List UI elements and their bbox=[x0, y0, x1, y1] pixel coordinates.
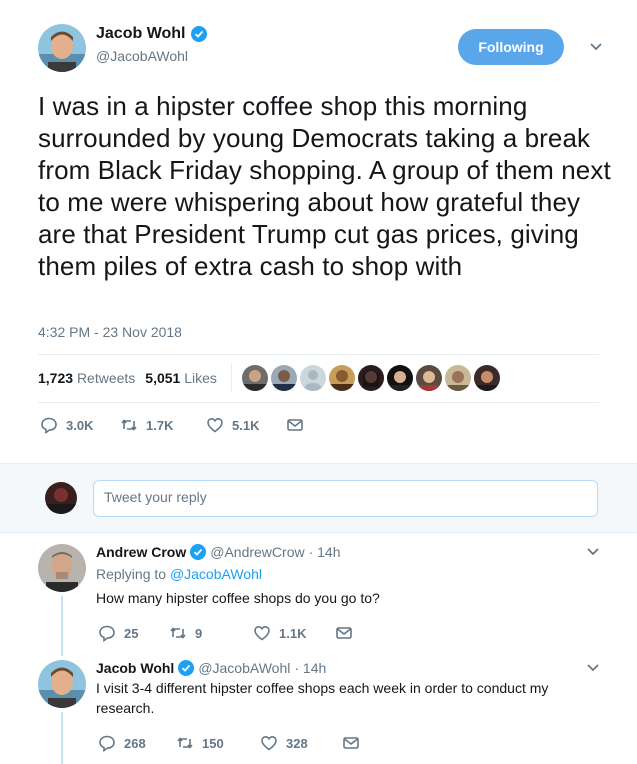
heart-icon bbox=[254, 625, 270, 641]
tweet-timestamp[interactable]: 4:32 PM - 23 Nov 2018 bbox=[38, 324, 182, 340]
liker-avatar[interactable] bbox=[386, 365, 413, 391]
likes-label: Likes bbox=[184, 370, 217, 386]
reply-actions: 25 9 1.1K bbox=[98, 624, 353, 642]
following-button[interactable]: Following bbox=[458, 29, 564, 65]
reply-body: Andrew Crow @AndrewCrow · 14h Replying t… bbox=[96, 544, 596, 608]
reply-header: Jacob Wohl @JacobAWohl · 14h bbox=[96, 660, 596, 676]
retweet-count: 150 bbox=[202, 735, 224, 751]
reply-text: I visit 3-4 different hipster coffee sho… bbox=[96, 680, 549, 716]
reply-author-name[interactable]: Andrew Crow bbox=[96, 544, 186, 560]
retweet-count: 1.7K bbox=[146, 417, 174, 433]
reply-author-avatar[interactable] bbox=[38, 544, 86, 592]
reply-icon bbox=[41, 417, 57, 434]
like-action[interactable]: 5.1K bbox=[206, 416, 286, 434]
reply-count: 25 bbox=[124, 625, 139, 641]
liker-avatar[interactable] bbox=[299, 365, 326, 391]
reply-action[interactable]: 25 bbox=[98, 624, 169, 642]
retweets-count: 1,723 bbox=[38, 370, 74, 386]
tweet-text: I was in a hipster coffee shop this morn… bbox=[38, 91, 611, 281]
chevron-down-icon[interactable] bbox=[586, 544, 600, 558]
retweet-icon bbox=[121, 419, 137, 431]
replying-to-prefix: Replying to bbox=[96, 566, 167, 582]
retweet-action[interactable]: 1.7K bbox=[120, 416, 206, 434]
divider bbox=[38, 402, 599, 403]
reply-body: Jacob Wohl @JacobAWohl · 14h I visit 3-4… bbox=[96, 660, 596, 718]
heart-icon bbox=[261, 735, 277, 751]
reply-icon bbox=[99, 625, 115, 642]
author-avatar[interactable] bbox=[38, 24, 86, 72]
replying-to-link[interactable]: @JacobAWohl bbox=[170, 566, 262, 582]
reply-time[interactable]: · 14h bbox=[294, 660, 326, 676]
reply-icon bbox=[99, 735, 115, 752]
envelope-icon bbox=[287, 419, 303, 431]
retweet-icon bbox=[177, 737, 193, 749]
tweet-stats: 1,723 Retweets 5,051 Likes bbox=[38, 354, 599, 402]
liker-avatars bbox=[241, 365, 500, 391]
reply-text: How many hipster coffee shops do you go … bbox=[96, 590, 380, 606]
likes-stat[interactable]: 5,051 Likes bbox=[145, 370, 217, 386]
reply-time[interactable]: · 14h bbox=[309, 544, 341, 560]
liker-avatar[interactable] bbox=[415, 365, 442, 391]
thread-connector bbox=[61, 712, 63, 764]
liker-avatar[interactable] bbox=[444, 365, 471, 391]
thread-connector bbox=[61, 596, 63, 656]
liker-avatar[interactable] bbox=[473, 365, 500, 391]
like-action[interactable]: 1.1K bbox=[253, 624, 335, 642]
author-handle[interactable]: @JacobAWohl bbox=[96, 48, 207, 64]
likes-count: 5,051 bbox=[145, 370, 181, 386]
retweet-action[interactable]: 9 bbox=[169, 624, 253, 642]
tweet-header: Jacob Wohl @JacobAWohl Following bbox=[38, 22, 617, 74]
heart-icon bbox=[207, 417, 223, 433]
author-name-block: Jacob Wohl @JacobAWohl bbox=[96, 25, 207, 64]
retweet-count: 9 bbox=[195, 625, 203, 641]
reply-action[interactable]: 268 bbox=[98, 734, 176, 752]
reply-author-handle[interactable]: @AndrewCrow bbox=[210, 544, 304, 560]
liker-avatar[interactable] bbox=[270, 365, 297, 391]
liker-avatar[interactable] bbox=[357, 365, 384, 391]
reply-actions: 268 150 328 bbox=[98, 734, 360, 752]
reply-author-avatar[interactable] bbox=[38, 660, 86, 708]
like-action[interactable]: 328 bbox=[260, 734, 342, 752]
replying-to: Replying to @JacobAWohl bbox=[96, 566, 596, 582]
reply-author-name[interactable]: Jacob Wohl bbox=[96, 660, 174, 676]
reply-compose-area: Tweet your reply bbox=[0, 463, 637, 533]
reply-action[interactable]: 3.0K bbox=[40, 416, 120, 434]
author-name[interactable]: Jacob Wohl bbox=[96, 25, 207, 43]
chevron-down-icon[interactable] bbox=[586, 660, 600, 674]
reply-author-handle[interactable]: @JacobAWohl bbox=[198, 660, 290, 676]
tweet-reply-input[interactable]: Tweet your reply bbox=[93, 480, 598, 517]
direct-message-action[interactable] bbox=[286, 416, 304, 434]
verified-badge-icon bbox=[190, 26, 207, 42]
envelope-icon bbox=[343, 737, 359, 749]
reply-header: Andrew Crow @AndrewCrow · 14h bbox=[96, 544, 596, 560]
liker-avatar[interactable] bbox=[328, 365, 355, 391]
reply-count: 268 bbox=[124, 735, 146, 751]
stats-separator bbox=[230, 363, 232, 393]
direct-message-action[interactable] bbox=[335, 624, 353, 642]
retweet-icon bbox=[170, 627, 186, 639]
tweet-actions: 3.0K 1.7K 5.1K bbox=[40, 416, 304, 434]
envelope-icon bbox=[336, 627, 352, 639]
chevron-down-icon[interactable] bbox=[589, 39, 603, 53]
retweet-action[interactable]: 150 bbox=[176, 734, 260, 752]
like-count: 1.1K bbox=[279, 625, 307, 641]
liker-avatar[interactable] bbox=[241, 365, 268, 391]
reply-count: 3.0K bbox=[66, 417, 94, 433]
verified-badge-icon bbox=[178, 660, 195, 676]
retweets-stat[interactable]: 1,723 Retweets bbox=[38, 370, 135, 386]
like-count: 328 bbox=[286, 735, 308, 751]
current-user-avatar[interactable] bbox=[45, 482, 77, 514]
like-count: 5.1K bbox=[232, 417, 260, 433]
author-name-text[interactable]: Jacob Wohl bbox=[96, 25, 186, 43]
direct-message-action[interactable] bbox=[342, 734, 360, 752]
verified-badge-icon bbox=[190, 544, 207, 560]
retweets-label: Retweets bbox=[76, 370, 136, 386]
